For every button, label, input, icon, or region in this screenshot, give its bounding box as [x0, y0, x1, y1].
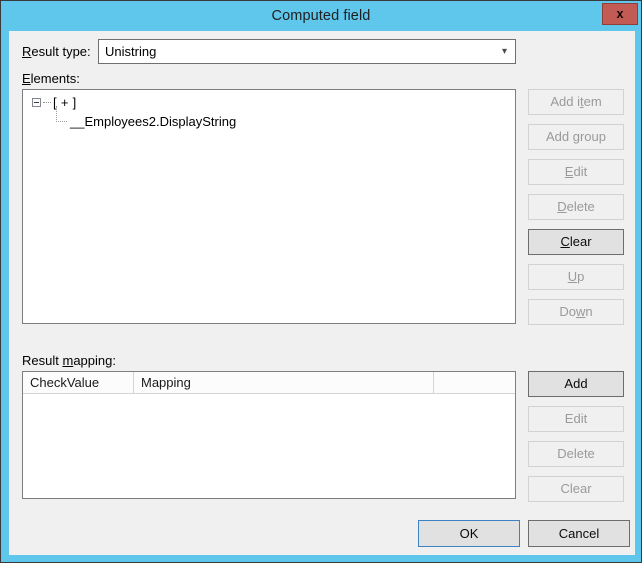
column-header-mapping[interactable]: Mapping — [134, 372, 434, 393]
elements-tree-view[interactable]: [ + ] __Employees2.DisplayString — [22, 89, 516, 324]
result-type-value: Unistring — [105, 44, 157, 59]
delete-element-button[interactable]: Delete — [528, 194, 624, 220]
tree-connector — [56, 106, 67, 122]
result-type-combobox[interactable]: Unistring ▾ — [98, 39, 516, 64]
add-item-button[interactable]: Add item — [528, 89, 624, 115]
column-header-checkvalue[interactable]: CheckValue — [23, 372, 134, 393]
tree-node-child[interactable]: __Employees2.DisplayString — [23, 106, 515, 132]
tree-node-root[interactable]: [ + ] — [23, 94, 515, 113]
close-icon[interactable]: x — [602, 3, 638, 25]
edit-element-button[interactable]: Edit — [528, 159, 624, 185]
move-down-button[interactable]: Down — [528, 299, 624, 325]
result-type-label: Result type: — [22, 44, 91, 59]
edit-mapping-button[interactable]: Edit — [528, 406, 624, 432]
elements-label: Elements: — [22, 71, 80, 86]
add-mapping-button[interactable]: Add — [528, 371, 624, 397]
clear-mapping-button[interactable]: Clear — [528, 476, 624, 502]
grid-header-row: CheckValue Mapping — [23, 372, 515, 394]
column-header-spacer[interactable] — [434, 372, 515, 393]
chevron-down-icon[interactable]: ▾ — [502, 40, 507, 63]
add-group-button[interactable]: Add group — [528, 124, 624, 150]
delete-mapping-button[interactable]: Delete — [528, 441, 624, 467]
result-mapping-grid[interactable]: CheckValue Mapping — [22, 371, 516, 499]
clear-elements-button[interactable]: Clear — [528, 229, 624, 255]
dialog-body: Result type: Unistring ▾ Elements: [ + ]… — [9, 31, 635, 555]
window-title: Computed field — [271, 8, 371, 24]
tree-connector — [43, 102, 51, 104]
title-bar[interactable]: Computed field x — [1, 1, 641, 31]
tree-node-child-label: __Employees2.DisplayString — [70, 114, 237, 129]
ok-button[interactable]: OK — [418, 520, 520, 547]
result-mapping-label: Result mapping: — [22, 353, 116, 368]
move-up-button[interactable]: Up — [528, 264, 624, 290]
collapse-icon[interactable] — [32, 98, 41, 107]
tree-root-container: [ + ] __Employees2.DisplayString — [23, 94, 515, 132]
computed-field-dialog: Computed field x Result type: Unistring … — [0, 0, 642, 563]
cancel-button[interactable]: Cancel — [528, 520, 630, 547]
